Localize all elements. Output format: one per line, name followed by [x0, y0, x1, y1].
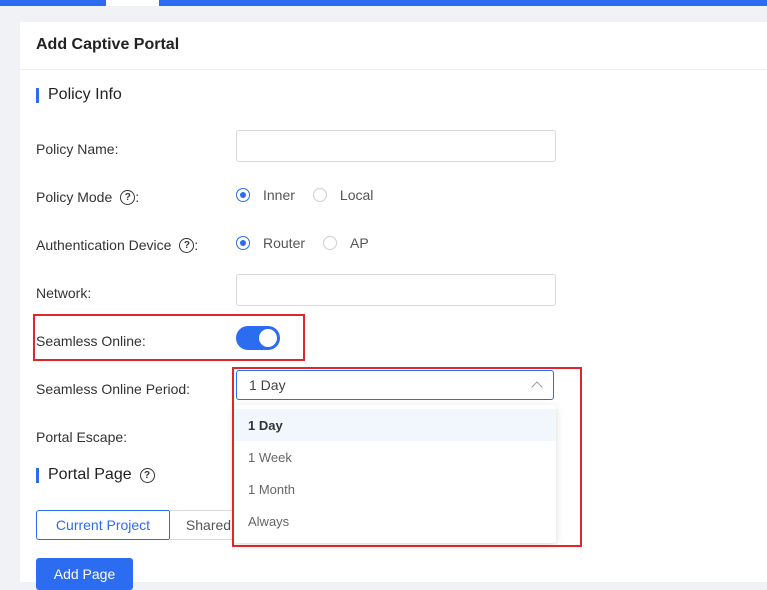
tab-current-project[interactable]: Current Project — [36, 510, 170, 540]
section-accent-bar — [36, 467, 39, 483]
radio-ap[interactable] — [323, 236, 338, 250]
policy-name-input[interactable] — [236, 130, 556, 162]
dropdown-option-always[interactable]: Always — [234, 505, 556, 537]
section-accent-bar — [36, 87, 39, 103]
seamless-online-toggle[interactable] — [236, 326, 280, 350]
dropdown-option-1-week[interactable]: 1 Week — [234, 441, 556, 473]
card-header: Add Captive Portal — [20, 22, 767, 70]
radio-router[interactable] — [236, 236, 250, 250]
help-icon[interactable]: ? — [120, 189, 136, 205]
portal-escape-label: Portal Escape: — [36, 429, 128, 445]
radio-inner-label[interactable]: Inner — [263, 187, 295, 203]
select-value: 1 Day — [249, 377, 286, 393]
authentication-device-label-text: Authentication Device — [36, 237, 172, 253]
portal-page-title-text: Portal Page — [48, 466, 132, 483]
captive-portal-card: Add Captive Portal Policy Info Policy Na… — [20, 22, 767, 590]
policy-mode-label: Policy Mode ? : — [36, 189, 139, 205]
policy-mode-colon: : — [135, 189, 140, 205]
toggle-knob — [259, 329, 277, 347]
top-navigation-bar — [0, 0, 767, 6]
seamless-online-label: Seamless Online: — [36, 333, 146, 349]
radio-local-label[interactable]: Local — [340, 187, 373, 203]
radio-inner[interactable] — [236, 188, 250, 202]
page-title: Add Captive Portal — [36, 36, 180, 53]
policy-mode-radio-group: Inner Local — [236, 187, 391, 203]
radio-local[interactable] — [312, 188, 327, 202]
dropdown-option-1-month[interactable]: 1 Month — [234, 473, 556, 505]
policy-mode-label-text: Policy Mode — [36, 189, 113, 205]
portal-page-section-title: Portal Page ? — [36, 466, 155, 484]
authentication-device-radio-group: Router AP — [236, 235, 387, 251]
seamless-online-period-label: Seamless Online Period: — [36, 381, 191, 397]
seamless-online-period-select[interactable]: 1 Day — [236, 370, 554, 400]
chevron-up-icon — [531, 381, 543, 393]
help-icon[interactable]: ? — [139, 467, 155, 483]
seamless-period-dropdown: 1 Day 1 Week 1 Month Always — [234, 405, 556, 543]
dropdown-option-1-day[interactable]: 1 Day — [234, 409, 556, 441]
add-page-button[interactable]: Add Page — [36, 558, 133, 590]
policy-name-label: Policy Name: — [36, 141, 119, 157]
policy-info-title-text: Policy Info — [48, 86, 122, 103]
help-icon[interactable]: ? — [179, 237, 195, 253]
network-label: Network: — [36, 285, 92, 301]
radio-router-label[interactable]: Router — [263, 235, 305, 251]
network-input[interactable] — [236, 274, 556, 306]
radio-ap-label[interactable]: AP — [350, 235, 369, 251]
authentication-device-label: Authentication Device ? : — [36, 237, 198, 253]
authentication-device-colon: : — [194, 237, 199, 253]
policy-info-section-title: Policy Info — [36, 86, 122, 104]
top-nav-active-tab[interactable] — [106, 0, 159, 6]
